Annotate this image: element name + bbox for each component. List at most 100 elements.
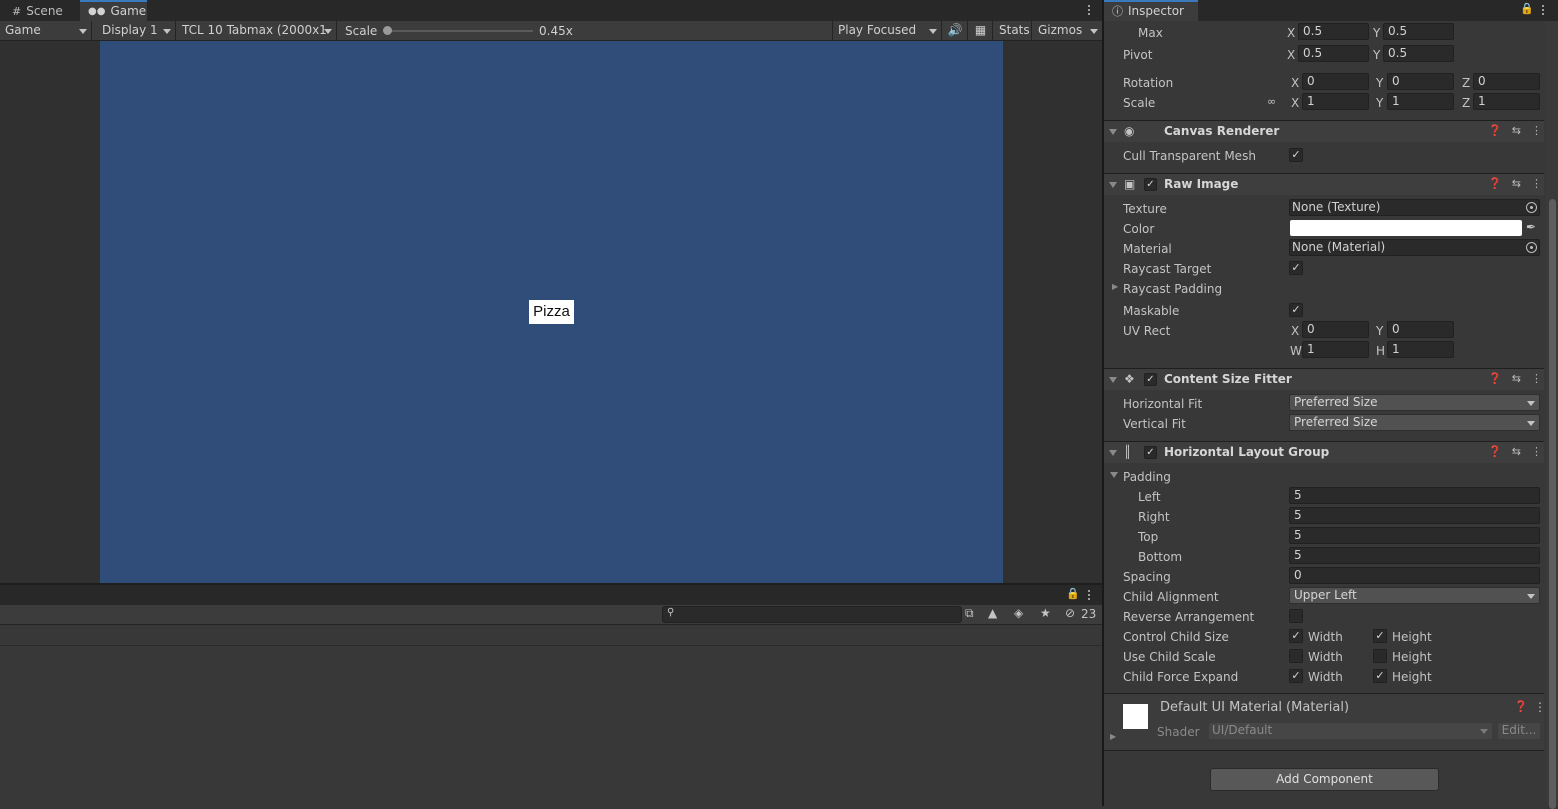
- padding-left-field[interactable]: 5: [1289, 487, 1540, 504]
- filter-icon[interactable]: ▲: [988, 606, 997, 620]
- cull-checkbox[interactable]: ✓: [1289, 148, 1303, 162]
- uv-w-field[interactable]: 1: [1302, 341, 1369, 358]
- game-mode-dropdown[interactable]: Game: [0, 21, 92, 41]
- object-picker-icon[interactable]: [1526, 242, 1537, 253]
- scale-y-field[interactable]: 1: [1387, 93, 1454, 110]
- raw-image-enabled-checkbox[interactable]: ✓: [1144, 178, 1157, 191]
- material-menu-icon[interactable]: ⋮: [1534, 700, 1546, 714]
- game-viewport[interactable]: Pizza: [0, 41, 1102, 583]
- resolution-dropdown[interactable]: TCL 10 Tabmax (2000x1: [177, 21, 337, 41]
- component-menu-icon[interactable]: ⋮: [1531, 445, 1542, 458]
- foldout-icon[interactable]: [1109, 377, 1117, 383]
- tab-scene[interactable]: # Scene: [4, 2, 71, 21]
- help-icon[interactable]: ❓: [1514, 700, 1528, 713]
- raycast-padding-row[interactable]: ▶ Raycast Padding: [1104, 279, 1544, 299]
- expand-icon[interactable]: ⧉: [965, 606, 974, 621]
- padding-right-field[interactable]: 5: [1289, 507, 1540, 524]
- console-search-input[interactable]: ⚲: [662, 606, 962, 623]
- padding-row[interactable]: Padding: [1104, 467, 1544, 487]
- preset-icon[interactable]: ⇆: [1512, 372, 1521, 385]
- scrollbar-thumb[interactable]: [1549, 199, 1556, 809]
- uv-y-field[interactable]: 0: [1387, 321, 1454, 338]
- eyedropper-icon[interactable]: ✒: [1526, 220, 1536, 234]
- help-icon[interactable]: ❓: [1488, 124, 1502, 137]
- texture-field[interactable]: None (Texture): [1289, 199, 1540, 216]
- help-icon[interactable]: ❓: [1488, 177, 1502, 190]
- pivot-x-field[interactable]: 0.5: [1298, 45, 1369, 62]
- lock-icon[interactable]: 🔒: [1520, 2, 1534, 15]
- preset-icon[interactable]: ⇆: [1512, 124, 1521, 137]
- foldout-icon[interactable]: [1109, 129, 1117, 135]
- scale-slider-handle[interactable]: [383, 26, 392, 35]
- color-swatch[interactable]: [1290, 220, 1522, 236]
- console-menu-icon[interactable]: [1082, 588, 1096, 602]
- scale-slider-track[interactable]: [387, 30, 533, 32]
- game-menu-icon[interactable]: [1082, 3, 1096, 17]
- child-alignment-dropdown[interactable]: Upper Left: [1289, 587, 1540, 604]
- control-height-checkbox[interactable]: ✓: [1373, 629, 1387, 643]
- component-menu-icon[interactable]: ⋮: [1531, 372, 1542, 385]
- horizontal-fit-dropdown[interactable]: Preferred Size: [1289, 394, 1540, 411]
- link-icon[interactable]: ∞: [1267, 95, 1276, 108]
- canvas-renderer-header[interactable]: ◉ Canvas Renderer ❓ ⇆ ⋮: [1104, 120, 1544, 142]
- game-canvas[interactable]: Pizza: [100, 41, 1003, 583]
- keyboard-icon[interactable]: ▦: [969, 21, 993, 41]
- foldout-icon[interactable]: [1109, 450, 1117, 456]
- max-y-field[interactable]: 0.5: [1383, 23, 1454, 40]
- maskable-checkbox[interactable]: ✓: [1289, 303, 1303, 317]
- spacing-field[interactable]: 0: [1289, 567, 1540, 584]
- pivot-y-field[interactable]: 0.5: [1383, 45, 1454, 62]
- lock-icon[interactable]: 🔒: [1066, 587, 1080, 600]
- tab-inspector[interactable]: ⓘ Inspector: [1104, 0, 1198, 21]
- material-field[interactable]: None (Material): [1289, 239, 1540, 256]
- content-size-fitter-header[interactable]: ❖ ✓ Content Size Fitter ❓ ⇆ ⋮: [1104, 368, 1544, 390]
- foldout-closed-icon[interactable]: ▶: [1110, 732, 1116, 741]
- inspector-menu-icon[interactable]: [1536, 3, 1550, 17]
- uv-x-field[interactable]: 0: [1302, 321, 1369, 338]
- pizza-label[interactable]: Pizza: [529, 300, 574, 324]
- hidden-eye-icon[interactable]: ⊘: [1065, 606, 1075, 620]
- star-icon[interactable]: ★: [1040, 606, 1051, 620]
- audio-icon[interactable]: 🔊: [943, 21, 968, 41]
- horizontal-layout-enabled-checkbox[interactable]: ✓: [1144, 446, 1157, 459]
- foldout-icon[interactable]: [1109, 182, 1117, 188]
- padding-bottom-field[interactable]: 5: [1289, 547, 1540, 564]
- preset-icon[interactable]: ⇆: [1512, 177, 1521, 190]
- scale-z-field[interactable]: 1: [1473, 93, 1540, 110]
- shader-edit-button[interactable]: Edit...: [1498, 723, 1540, 739]
- tag-icon[interactable]: ◈: [1014, 606, 1023, 620]
- content-size-fitter-enabled-checkbox[interactable]: ✓: [1144, 373, 1157, 386]
- gizmos-dropdown[interactable]: Gizmos: [1033, 21, 1102, 41]
- preset-icon[interactable]: ⇆: [1512, 445, 1521, 458]
- inspector-scrollbar[interactable]: [1546, 21, 1558, 809]
- component-menu-icon[interactable]: ⋮: [1531, 177, 1542, 190]
- foldout-closed-icon[interactable]: ▶: [1112, 282, 1118, 291]
- help-icon[interactable]: ❓: [1488, 372, 1502, 385]
- scale-height-checkbox[interactable]: [1373, 649, 1387, 663]
- uv-h-field[interactable]: 1: [1387, 341, 1454, 358]
- add-component-button[interactable]: Add Component: [1210, 768, 1439, 791]
- reverse-arrangement-checkbox[interactable]: [1289, 609, 1303, 623]
- shader-dropdown[interactable]: UI/Default: [1209, 723, 1492, 739]
- max-x-field[interactable]: 0.5: [1298, 23, 1369, 40]
- scale-width-checkbox[interactable]: [1289, 649, 1303, 663]
- component-menu-icon[interactable]: ⋮: [1531, 124, 1542, 137]
- raw-image-header[interactable]: ▣ ✓ Raw Image ❓ ⇆ ⋮: [1104, 173, 1544, 195]
- control-width-checkbox[interactable]: ✓: [1289, 629, 1303, 643]
- raycast-target-checkbox[interactable]: ✓: [1289, 261, 1303, 275]
- play-mode-dropdown[interactable]: Play Focused: [832, 21, 942, 41]
- scale-x-field[interactable]: 1: [1302, 93, 1369, 110]
- stats-button[interactable]: Stats: [994, 21, 1032, 41]
- help-icon[interactable]: ❓: [1488, 445, 1502, 458]
- rotation-z-field[interactable]: 0: [1473, 73, 1540, 90]
- object-picker-icon[interactable]: [1526, 202, 1537, 213]
- rotation-x-field[interactable]: 0: [1302, 73, 1369, 90]
- padding-top-field[interactable]: 5: [1289, 527, 1540, 544]
- expand-height-checkbox[interactable]: ✓: [1373, 669, 1387, 683]
- foldout-open-icon[interactable]: [1110, 472, 1118, 478]
- horizontal-layout-group-header[interactable]: ║ ✓ Horizontal Layout Group ❓ ⇆ ⋮: [1104, 441, 1544, 463]
- rotation-y-field[interactable]: 0: [1387, 73, 1454, 90]
- tab-game[interactable]: ●● Game: [80, 0, 147, 21]
- expand-width-checkbox[interactable]: ✓: [1289, 669, 1303, 683]
- vertical-fit-dropdown[interactable]: Preferred Size: [1289, 414, 1540, 431]
